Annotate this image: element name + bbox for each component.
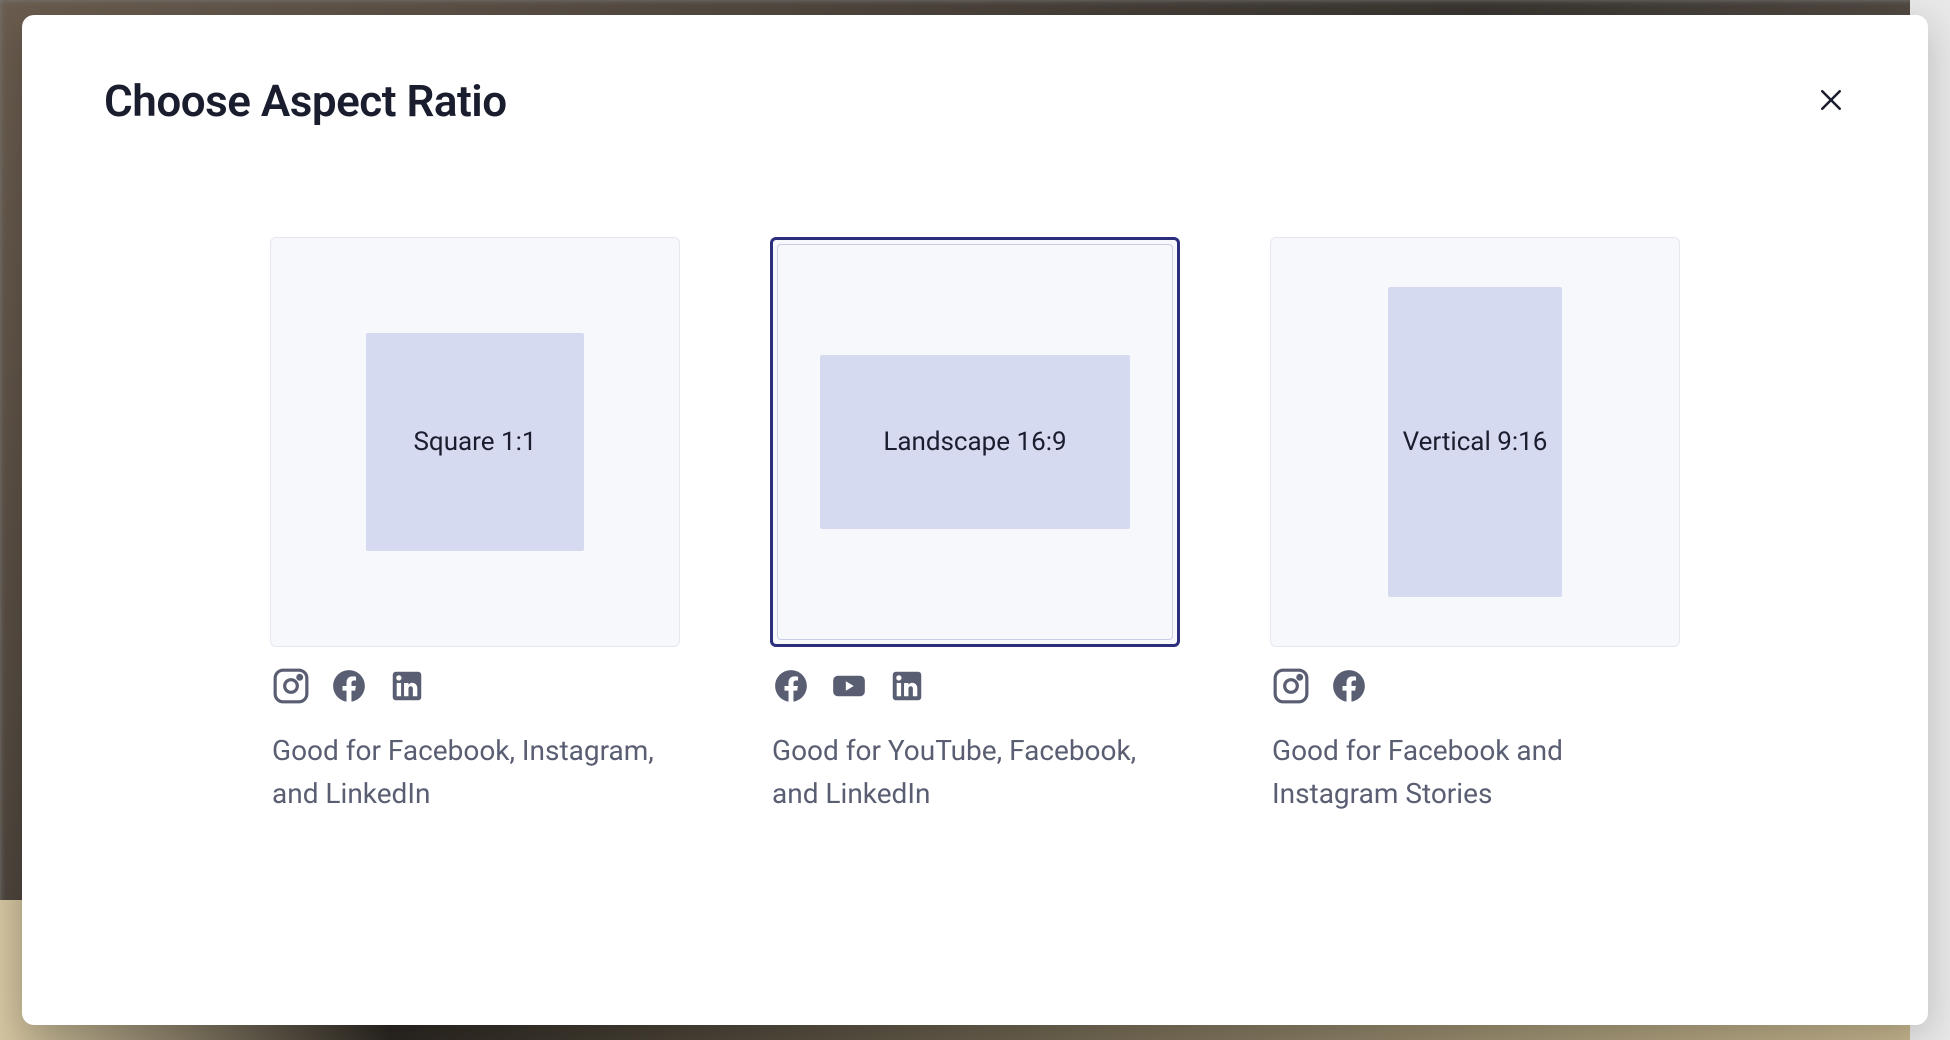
youtube-icon	[830, 667, 868, 705]
close-icon	[1816, 85, 1846, 115]
ratio-shape-square: Square 1:1	[366, 333, 584, 551]
facebook-icon	[772, 667, 810, 705]
instagram-icon	[272, 667, 310, 705]
ratio-shape-landscape: Landscape 16:9	[820, 355, 1130, 529]
social-icons-square	[270, 667, 680, 705]
option-description-square: Good for Facebook, Instagram, and Linked…	[270, 729, 680, 816]
option-vertical: Vertical 9:16 Good for Facebook and Inst…	[1270, 237, 1680, 816]
option-card-vertical[interactable]: Vertical 9:16	[1270, 237, 1680, 647]
instagram-icon	[1272, 667, 1310, 705]
selected-inner-border: Landscape 16:9	[777, 244, 1173, 640]
ratio-shape-vertical: Vertical 9:16	[1388, 287, 1562, 597]
modal-header: Choose Aspect Ratio	[104, 75, 1846, 127]
option-description-vertical: Good for Facebook and Instagram Stories	[1270, 729, 1680, 816]
options-container: Square 1:1	[104, 237, 1846, 816]
option-square: Square 1:1	[270, 237, 680, 816]
modal-title: Choose Aspect Ratio	[104, 75, 507, 127]
social-icons-vertical	[1270, 667, 1680, 705]
facebook-icon	[330, 667, 368, 705]
linkedin-icon	[888, 667, 926, 705]
social-icons-landscape	[770, 667, 1180, 705]
option-landscape: Landscape 16:9	[770, 237, 1180, 816]
linkedin-icon	[388, 667, 426, 705]
aspect-ratio-modal: Choose Aspect Ratio Square 1:1	[22, 15, 1928, 1025]
option-card-square[interactable]: Square 1:1	[270, 237, 680, 647]
option-description-landscape: Good for YouTube, Facebook, and LinkedIn	[770, 729, 1180, 816]
option-card-landscape[interactable]: Landscape 16:9	[770, 237, 1180, 647]
close-button[interactable]	[1808, 77, 1854, 123]
facebook-icon	[1330, 667, 1368, 705]
